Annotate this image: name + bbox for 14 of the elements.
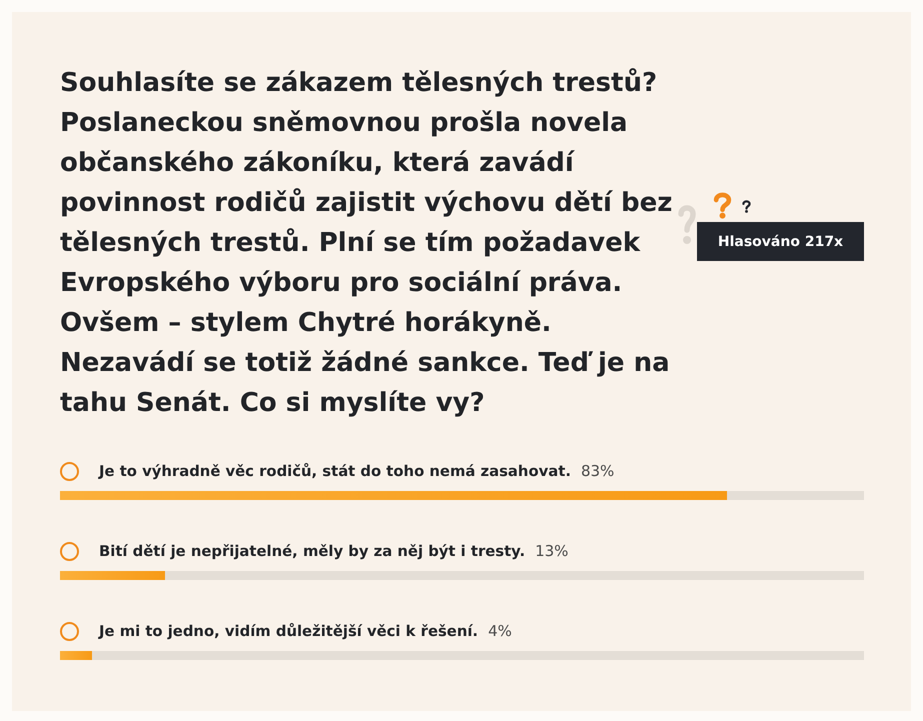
radio-button[interactable] (60, 622, 79, 640)
option-label[interactable]: Bití dětí je nepřijatelné, měly by za něj být i tresty. (99, 542, 526, 560)
radio-button[interactable] (60, 462, 79, 480)
option-label[interactable]: Je to výhradně věc rodičů, stát do toho nemá zasahovat. (99, 462, 571, 480)
radio-button[interactable] (60, 542, 79, 560)
votes-badge: Hlasováno 217x (697, 222, 864, 261)
option-percent: 13% (535, 542, 568, 560)
option-percent: 83% (580, 462, 614, 480)
option-label[interactable]: Je mi to jedno, vidím důležitější věci k řešení. (99, 622, 478, 640)
poll-question: Souhlasíte se zákazem tělesných trestů? Poslaneckou sněmovnou prošla novela občanského zákoníku, která zavádí povinnost rodičů zajistit výchovu dětí bez tělesných trestů. Plní se tím požadavek Evropského výboru pro sociální práva. Ovšem – stylem Chytré horákyně. Nezavádí se totiž žádné sankce. Teď je na tahu Senát. Co si myslíte vy? (60, 67, 674, 420)
option-percent: 4% (488, 622, 512, 640)
question-mark-icon (678, 205, 696, 245)
question-mark-icon (742, 200, 751, 213)
question-mark-icon (713, 192, 732, 219)
